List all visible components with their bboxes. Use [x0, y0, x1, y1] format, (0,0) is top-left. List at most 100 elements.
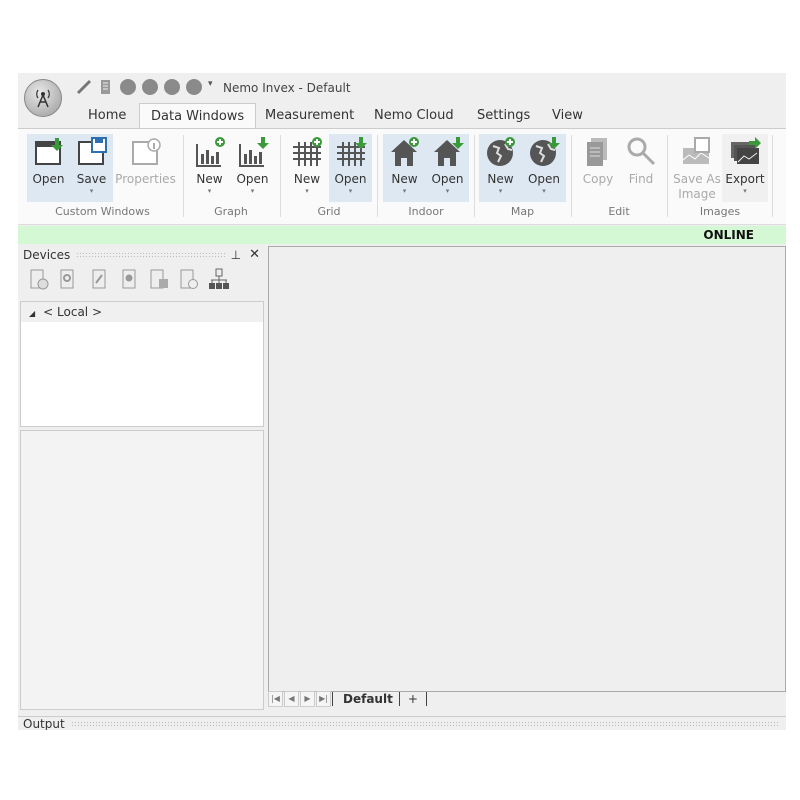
chevron-down-icon: ▾: [542, 187, 546, 195]
drag-handle[interactable]: [76, 252, 225, 258]
group-separator: [474, 135, 475, 217]
expand-triangle-icon[interactable]: ◢: [29, 309, 35, 318]
chevron-down-icon: ▾: [305, 187, 309, 195]
add-sheet-button[interactable]: +: [398, 692, 427, 706]
connection-status-bar: ONLINE: [18, 226, 786, 244]
quick-access-toolbar: [76, 79, 202, 95]
window-title: Nemo Invex - Default: [223, 81, 351, 95]
group-separator: [571, 135, 572, 217]
window-info-icon: [131, 138, 161, 165]
device-info-icon[interactable]: [118, 268, 140, 290]
device-playback-icon[interactable]: [178, 268, 200, 290]
output-panel-header: Output: [18, 716, 786, 730]
grid-new-button[interactable]: New ▾: [286, 134, 328, 202]
group-label-images: Images: [699, 205, 741, 218]
record-icon[interactable]: [120, 79, 136, 95]
device-log-icon[interactable]: [148, 268, 170, 290]
map-new-button[interactable]: New ▾: [479, 134, 522, 202]
bar-chart-open-icon: [238, 137, 269, 167]
chevron-down-icon: ▾: [250, 187, 255, 195]
export-image-icon: [731, 137, 761, 164]
tree-item-local[interactable]: ◢ < Local >: [21, 302, 263, 322]
grid-open-button[interactable]: Open ▾: [329, 134, 372, 202]
chevron-down-icon: ▾: [402, 187, 407, 195]
save-as-image-button[interactable]: Save As Image: [672, 134, 722, 202]
tab-view[interactable]: View: [541, 103, 594, 128]
drag-handle[interactable]: [70, 721, 780, 727]
globe-new-icon: [486, 137, 515, 166]
graph-open-button[interactable]: Open ▾: [231, 134, 274, 202]
chevron-down-icon: ▾: [89, 187, 94, 195]
play-icon[interactable]: [142, 79, 158, 95]
app-menu-button[interactable]: [24, 79, 62, 117]
custom-window-properties-button[interactable]: Properties: [113, 134, 178, 202]
title-bar: ▾ Nemo Invex - Default: [18, 73, 786, 117]
device-network-icon[interactable]: [208, 268, 230, 290]
first-sheet-button[interactable]: |◀: [268, 691, 283, 707]
pin-icon[interactable]: ⊥: [231, 246, 241, 264]
device-settings-icon[interactable]: [58, 268, 80, 290]
chevron-down-icon: ▾: [207, 187, 212, 195]
workspace-area: [268, 246, 786, 692]
custom-window-save-button[interactable]: Save ▾: [70, 134, 113, 202]
devices-panel-title: Devices: [23, 248, 71, 262]
export-button[interactable]: Export ▾: [722, 134, 768, 202]
house-open-icon: [433, 137, 464, 166]
devices-panel-header: Devices ⊥ ✕: [20, 246, 264, 264]
customize-dropdown-icon[interactable]: ▾: [208, 79, 213, 89]
tab-data-windows[interactable]: Data Windows: [139, 103, 257, 129]
sheet-tab-default[interactable]: Default: [332, 692, 399, 706]
devices-panel: Devices ⊥ ✕ ◢ < Local >: [20, 246, 264, 710]
window-open-icon: [34, 138, 63, 165]
prev-sheet-button[interactable]: ◀: [284, 691, 299, 707]
tab-nemo-cloud[interactable]: Nemo Cloud: [363, 103, 465, 128]
save-as-line1: Save As: [673, 172, 721, 186]
close-icon[interactable]: ✕: [249, 246, 260, 264]
search-icon: [627, 137, 656, 166]
output-panel-title: Output: [23, 717, 65, 730]
tab-settings[interactable]: Settings: [466, 103, 541, 128]
indoor-new-button[interactable]: New ▾: [383, 134, 426, 202]
copy-button[interactable]: Copy: [576, 134, 620, 202]
globe-open-icon: [530, 137, 560, 166]
window-save-icon: [77, 137, 107, 165]
group-separator: [772, 135, 773, 217]
tab-measurement[interactable]: Measurement: [254, 103, 365, 128]
group-label-custom-windows: Custom Windows: [55, 205, 150, 218]
log-icon[interactable]: [98, 79, 114, 95]
app-window: ▾ Nemo Invex - Default Home Data Windows…: [18, 73, 786, 730]
group-separator: [280, 135, 281, 217]
find-button[interactable]: Find: [620, 134, 662, 202]
device-connect-icon[interactable]: [88, 268, 110, 290]
sheet-tab-bar: |◀ ◀ ▶ ▶| Default +: [268, 689, 786, 709]
save-as-line2: Image: [678, 187, 716, 201]
copy-icon: [587, 138, 607, 166]
custom-window-open-button[interactable]: Open: [27, 134, 70, 202]
group-separator: [183, 135, 184, 217]
chevron-down-icon: ▾: [445, 187, 450, 195]
group-label-map: Map: [510, 205, 535, 218]
graph-new-button[interactable]: New ▾: [188, 134, 231, 202]
next-sheet-button[interactable]: ▶: [300, 691, 315, 707]
stop-icon[interactable]: [186, 79, 202, 95]
grid-open-icon: [336, 137, 367, 166]
chevron-down-icon: ▾: [348, 187, 353, 195]
group-label-indoor: Indoor: [408, 205, 444, 218]
group-label-grid: Grid: [317, 205, 341, 218]
devices-tree: ◢ < Local >: [20, 301, 264, 427]
indoor-open-button[interactable]: Open ▾: [426, 134, 469, 202]
tab-home[interactable]: Home: [77, 103, 137, 128]
connect-icon[interactable]: [76, 79, 92, 95]
group-label-graph: Graph: [214, 205, 248, 218]
bar-chart-new-icon: [195, 137, 225, 167]
house-new-icon: [390, 137, 419, 166]
add-device-icon[interactable]: [28, 268, 50, 290]
pause-icon[interactable]: [164, 79, 180, 95]
ribbon-tabs: Home Data Windows Measurement Nemo Cloud…: [18, 103, 786, 129]
last-sheet-button[interactable]: ▶|: [316, 691, 331, 707]
ribbon: Open Save ▾ Properties Custom Windows New…: [18, 128, 786, 225]
antenna-icon: [36, 89, 50, 108]
map-open-button[interactable]: Open ▾: [522, 134, 566, 202]
save-image-icon: [682, 137, 710, 164]
devices-toolbar: [20, 264, 264, 294]
